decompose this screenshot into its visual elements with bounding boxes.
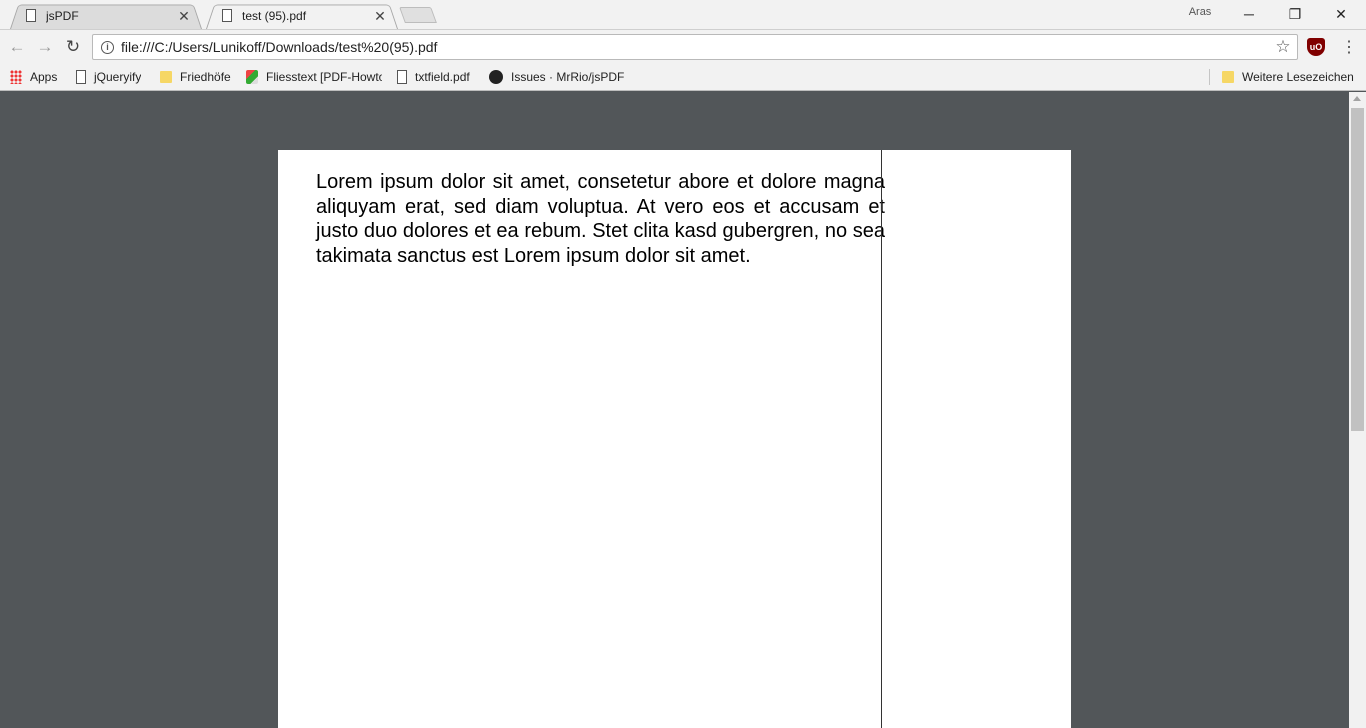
- address-bar[interactable]: i file:///C:/Users/Lunikoff/Downloads/te…: [92, 34, 1298, 60]
- url-text[interactable]: file:///C:/Users/Lunikoff/Downloads/test…: [121, 39, 1273, 55]
- forward-button[interactable]: →: [35, 37, 55, 57]
- minimize-button[interactable]: ─: [1226, 0, 1272, 28]
- bookmarks-separator: [1209, 69, 1210, 85]
- scroll-up-arrow[interactable]: [1353, 96, 1361, 101]
- restore-button[interactable]: ❐: [1272, 0, 1318, 28]
- bookmark-apps[interactable]: Apps: [10, 68, 57, 86]
- close-icon[interactable]: ✕: [372, 8, 388, 24]
- bookmark-friedhofe[interactable]: Friedhöfe: [160, 68, 231, 86]
- menu-icon[interactable]: ⋮: [1339, 37, 1359, 57]
- folder-icon: [1222, 71, 1234, 83]
- apps-grid-icon: [10, 70, 22, 84]
- page-icon: [397, 70, 407, 84]
- favicon-icon: [246, 70, 258, 84]
- new-tab-button[interactable]: [399, 7, 437, 23]
- tab-jspdf[interactable]: jsPDF ✕: [10, 2, 202, 30]
- ublock-extension-icon[interactable]: uO: [1307, 38, 1325, 56]
- bookmark-jqueryify[interactable]: jQueryify: [76, 68, 141, 86]
- folder-icon: [160, 71, 172, 83]
- github-icon: [489, 70, 503, 84]
- bookmark-txtfield[interactable]: txtfield.pdf: [397, 68, 470, 86]
- bookmark-label: Fliesstext [PDF-Howto: [266, 70, 382, 84]
- tab-strip: jsPDF ✕ test (95).pdf ✕ Aras ─ ❐ ✕: [0, 0, 1366, 30]
- bookmark-fliesstext[interactable]: Fliesstext [PDF-Howto: [246, 68, 382, 86]
- page-icon: [76, 70, 86, 84]
- other-bookmarks[interactable]: Weitere Lesezeichen: [1222, 68, 1354, 86]
- bookmark-label: Friedhöfe: [180, 70, 231, 84]
- vertical-scrollbar[interactable]: [1349, 92, 1366, 728]
- toolbar: ← → ↻ i file:///C:/Users/Lunikoff/Downlo…: [0, 29, 1366, 63]
- page-icon: [222, 9, 232, 22]
- bookmark-label: Issues · MrRio/jsPDF: [511, 70, 625, 84]
- vertical-line: [881, 150, 882, 728]
- bookmark-label: Weitere Lesezeichen: [1242, 70, 1354, 84]
- bookmark-label: jQueryify: [94, 70, 142, 84]
- info-icon[interactable]: i: [101, 40, 114, 54]
- profile-button[interactable]: Aras: [1180, 6, 1220, 22]
- bookmark-label: txtfield.pdf: [415, 70, 470, 84]
- back-button[interactable]: ←: [7, 37, 27, 57]
- pdf-viewer[interactable]: Lorem ipsum dolor sit amet, consetetur a…: [0, 92, 1349, 728]
- tab-test-pdf[interactable]: test (95).pdf ✕: [206, 2, 398, 30]
- bookmark-issues-jspdf[interactable]: Issues · MrRio/jsPDF: [489, 68, 624, 86]
- scrollbar-thumb[interactable]: [1351, 108, 1364, 431]
- bookmark-label: Apps: [30, 70, 58, 84]
- close-window-button[interactable]: ✕: [1318, 0, 1364, 28]
- bookmarks-bar: Apps jQueryify Friedhöfe Fliesstext [PDF…: [0, 63, 1366, 91]
- pdf-page: Lorem ipsum dolor sit amet, consetetur a…: [278, 150, 1071, 728]
- close-icon[interactable]: ✕: [176, 8, 192, 24]
- bookmark-star-icon[interactable]: ☆: [1273, 37, 1293, 57]
- pdf-page-text: Lorem ipsum dolor sit amet, consetetur a…: [316, 171, 885, 267]
- tab-title: jsPDF: [46, 8, 79, 23]
- page-icon: [26, 9, 36, 22]
- reload-button[interactable]: ↻: [63, 37, 83, 57]
- tab-title: test (95).pdf: [242, 8, 307, 23]
